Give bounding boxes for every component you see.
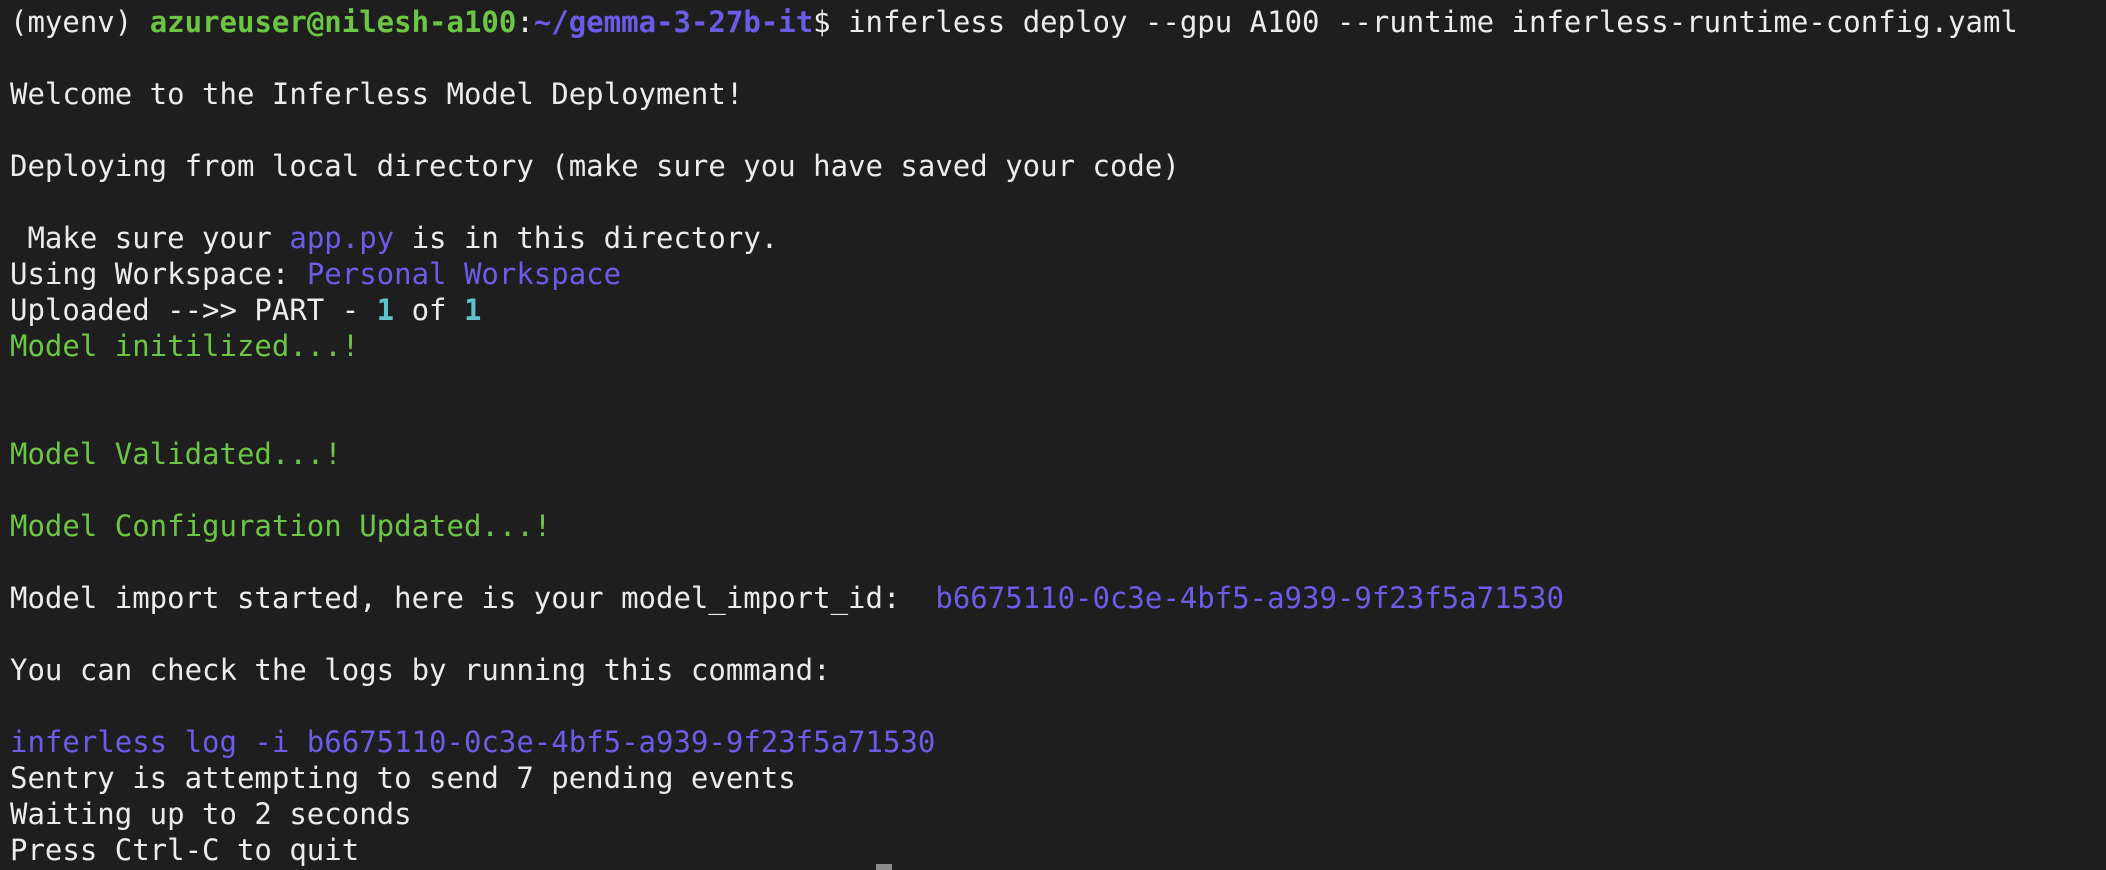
import-prefix: Model import started, here is your model… [10, 581, 936, 615]
text-cursor [876, 864, 892, 870]
app-file-name: app.py [289, 221, 395, 255]
user-host: azureuser@nilesh-a100 [149, 5, 517, 39]
initialized-line: Model initilized...! [10, 329, 360, 363]
terminal-window[interactable]: { "prompt": { "venv": "(myenv) ", "user_… [0, 0, 2106, 870]
make-sure-prefix: Make sure your [10, 221, 290, 255]
command-text: inferless deploy --gpu A100 --runtime in… [848, 5, 2018, 39]
deploying-line: Deploying from local directory (make sur… [10, 149, 1180, 183]
quit-line: Press Ctrl-C to quit [10, 833, 360, 867]
terminal-output: (myenv) azureuser@nilesh-a100:~/gemma-3-… [10, 4, 2096, 868]
workspace-line: Using Workspace: Personal Workspace [10, 256, 2096, 292]
prompt-colon: : [516, 5, 534, 39]
config-updated-line: Model Configuration Updated...! [10, 509, 552, 543]
uploaded-total-number: 1 [463, 293, 482, 327]
model-import-id: b6675110-0c3e-4bf5-a939-9f23f5a71530 [935, 581, 1564, 615]
make-sure-line: Make sure your app.py is in this directo… [10, 220, 2096, 256]
log-command-line: inferless log -i b6675110-0c3e-4bf5-a939… [10, 725, 936, 759]
uploaded-part-number: 1 [376, 293, 395, 327]
check-logs-line: You can check the logs by running this c… [10, 653, 831, 687]
workspace-name: Personal Workspace [306, 257, 622, 291]
uploaded-line: Uploaded -->> PART - 1 of 1 [10, 292, 2096, 328]
venv-label: (myenv) [10, 5, 150, 39]
prompt-symbol: $ [813, 5, 849, 39]
workspace-prefix: Using Workspace: [10, 257, 307, 291]
waiting-line: Waiting up to 2 seconds [10, 797, 412, 831]
uploaded-prefix: Uploaded -->> PART - [10, 293, 377, 327]
current-directory: ~/gemma-3-27b-it [533, 5, 814, 39]
import-started-line: Model import started, here is your model… [10, 580, 2096, 616]
make-sure-suffix: is in this directory. [394, 221, 779, 255]
command-line: (myenv) azureuser@nilesh-a100:~/gemma-3-… [10, 4, 2096, 40]
sentry-line: Sentry is attempting to send 7 pending e… [10, 761, 796, 795]
uploaded-of: of [394, 293, 464, 327]
welcome-line: Welcome to the Inferless Model Deploymen… [10, 77, 744, 111]
validated-line: Model Validated...! [10, 437, 342, 471]
